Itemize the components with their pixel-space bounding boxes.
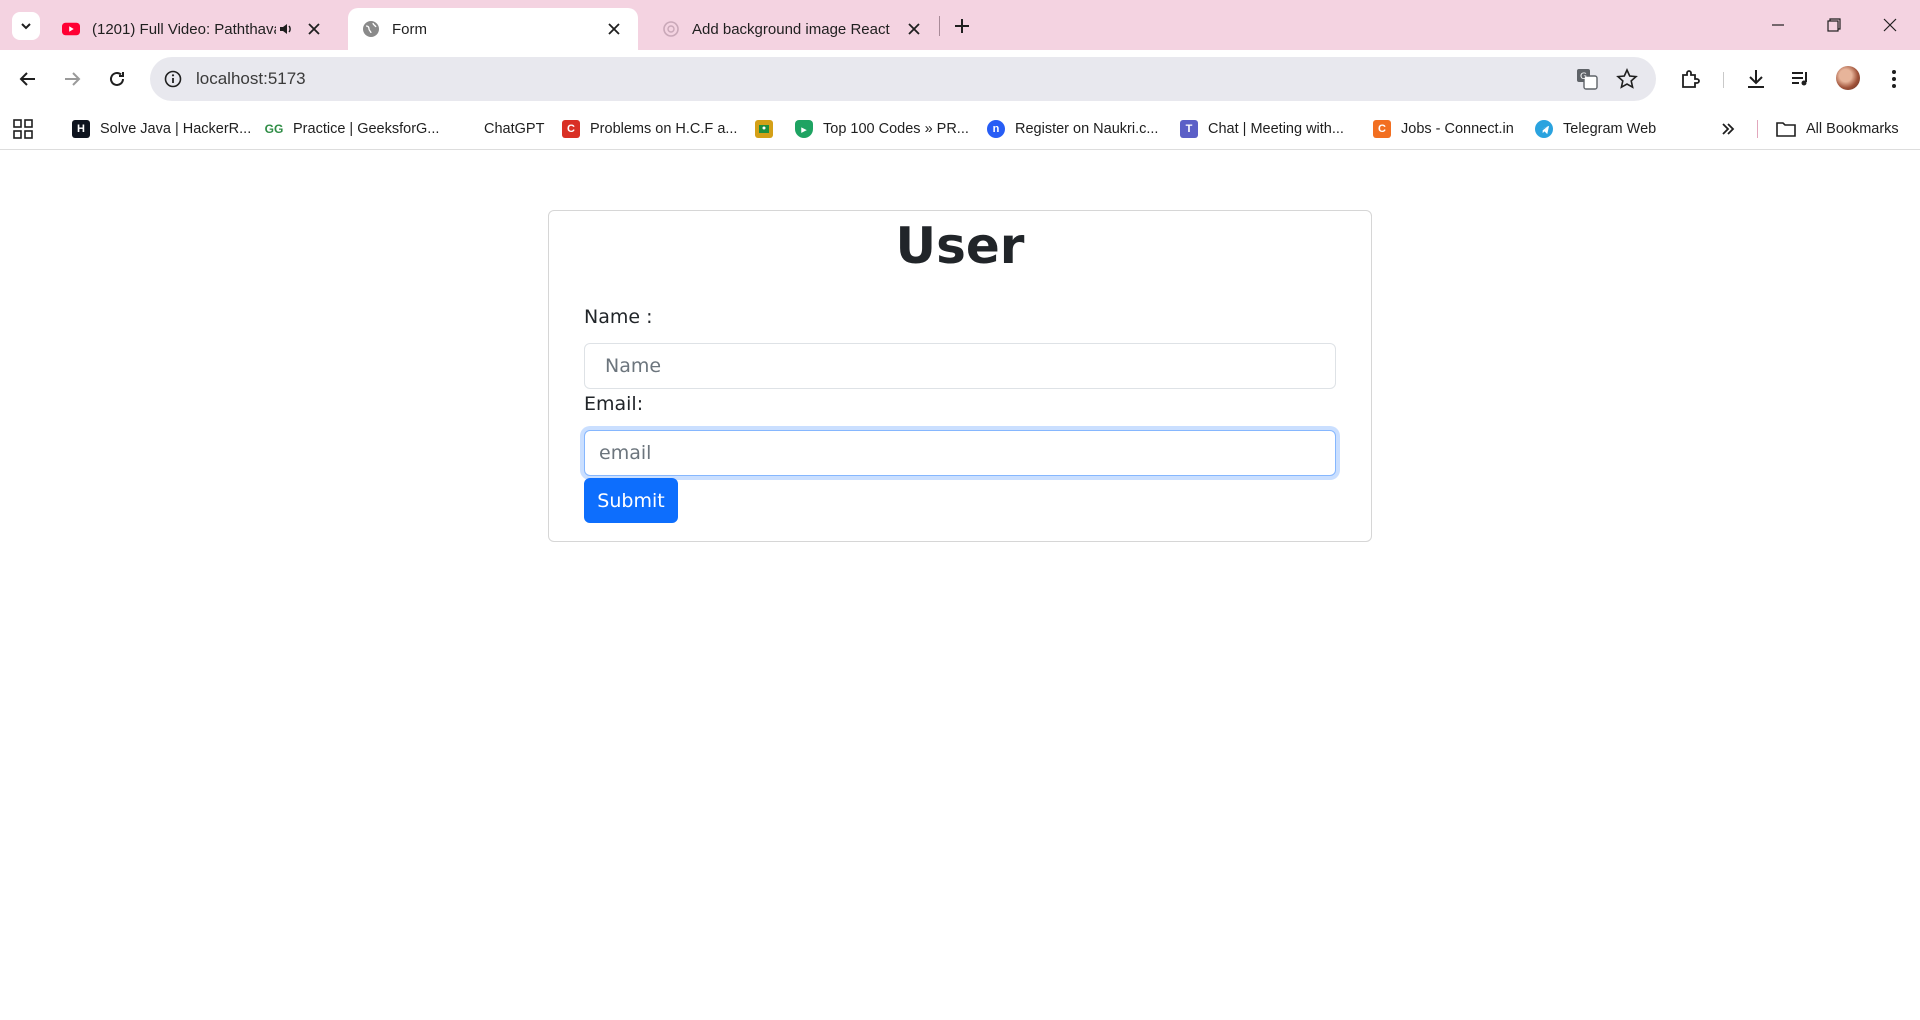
tab-title: Form — [392, 20, 427, 38]
more-vert-icon — [1892, 70, 1896, 88]
reload-icon — [110, 71, 124, 86]
svg-text:G: G — [1580, 72, 1587, 82]
extensions-button[interactable] — [1676, 64, 1706, 94]
bookmark-naukri[interactable]: n Register on Naukri.c... — [987, 118, 1158, 140]
new-tab-button[interactable] — [948, 12, 976, 40]
arrow-left-icon — [19, 72, 35, 86]
connect-icon: C — [1373, 120, 1391, 138]
name-input[interactable] — [584, 343, 1336, 389]
prepinsta-icon: ▸ — [795, 120, 813, 138]
tab-add-background[interactable]: Add background image React — [648, 8, 938, 50]
tab-title: Add background image React — [692, 20, 890, 38]
problems-icon: C — [562, 120, 580, 138]
tab-youtube[interactable]: (1201) Full Video: Paththava — [48, 8, 338, 50]
apps-grid-icon — [13, 119, 33, 139]
address-bar[interactable]: localhost:5173 G — [150, 57, 1656, 101]
tab-form[interactable]: Form — [348, 8, 638, 50]
tab-strip: (1201) Full Video: Paththava Form Add ba… — [0, 0, 1920, 50]
double-chevron-right-icon — [1722, 123, 1735, 135]
bookmark-telegram[interactable]: Telegram Web — [1535, 118, 1656, 140]
email-input[interactable] — [584, 430, 1336, 476]
speaker-icon[interactable] — [276, 19, 296, 39]
apps-button[interactable] — [13, 118, 33, 140]
close-icon[interactable] — [904, 19, 924, 39]
bookmark-label: ChatGPT — [484, 121, 545, 137]
bookmarks-bar: H Solve Java | HackerR... GG Practice | … — [0, 108, 1920, 150]
tab-divider — [939, 16, 940, 36]
email-label: Email: — [584, 393, 644, 415]
user-form-card: User Name : Email: Submit — [548, 210, 1372, 542]
restore-icon — [1827, 18, 1841, 32]
bookmark-teams[interactable]: T Chat | Meeting with... — [1180, 118, 1344, 140]
browser-toolbar: localhost:5173 G — [0, 50, 1920, 108]
classroom-icon — [755, 120, 773, 138]
naukri-icon: n — [987, 120, 1005, 138]
site-info-icon[interactable] — [162, 68, 184, 90]
bookmark-geeksforgeeks[interactable]: GG Practice | GeeksforG... — [264, 118, 440, 140]
arrow-right-icon — [65, 72, 81, 86]
profile-avatar[interactable] — [1836, 66, 1860, 90]
telegram-icon — [1535, 120, 1553, 138]
close-icon — [1883, 18, 1897, 32]
globe-icon — [362, 20, 380, 38]
tab-title: (1201) Full Video: Paththava — [92, 20, 276, 38]
tab-search-button[interactable] — [12, 12, 40, 40]
bookmark-label: Jobs - Connect.in — [1401, 121, 1514, 137]
minimize-button[interactable] — [1750, 0, 1806, 50]
submit-button[interactable]: Submit — [584, 478, 678, 523]
bookmark-chatgpt[interactable]: ChatGPT — [456, 118, 544, 140]
forward-button[interactable] — [57, 64, 87, 94]
geeksforgeeks-icon: GG — [264, 122, 284, 136]
bookmark-label: Solve Java | HackerR... — [100, 121, 252, 137]
chevron-down-icon — [21, 23, 31, 30]
close-icon[interactable] — [304, 19, 324, 39]
bookmarks-divider — [1757, 120, 1758, 138]
form-heading: User — [895, 217, 1025, 275]
downloads-button[interactable] — [1741, 64, 1771, 94]
toolbar-divider — [1723, 72, 1724, 88]
hackerrank-icon: H — [72, 120, 90, 138]
teams-icon: T — [1180, 120, 1198, 138]
back-button[interactable] — [13, 64, 43, 94]
bookmark-label: Telegram Web — [1563, 121, 1657, 137]
puzzle-icon — [1682, 70, 1700, 88]
minimize-icon — [1772, 24, 1784, 26]
translate-icon[interactable]: G — [1576, 68, 1598, 90]
all-bookmarks-button[interactable]: All Bookmarks — [1776, 118, 1899, 140]
all-bookmarks-label: All Bookmarks — [1806, 121, 1899, 137]
more-bookmarks-button[interactable] — [1717, 118, 1739, 140]
url-text[interactable]: localhost:5173 — [196, 69, 306, 89]
chatgpt-icon — [456, 120, 474, 138]
name-label: Name : — [584, 306, 653, 328]
bookmark-label: Chat | Meeting with... — [1208, 121, 1344, 137]
playlist-icon — [1792, 72, 1807, 86]
folder-icon — [1776, 122, 1796, 137]
bookmark-classroom[interactable] — [755, 118, 773, 140]
download-icon — [1748, 70, 1764, 88]
reload-button[interactable] — [102, 64, 132, 94]
bookmark-prepinsta[interactable]: ▸ Top 100 Codes » PR... — [795, 118, 969, 140]
bookmark-label: Top 100 Codes » PR... — [823, 121, 969, 137]
star-icon[interactable] — [1616, 68, 1638, 90]
plus-icon — [955, 19, 969, 33]
bookmark-label: Problems on H.C.F a... — [590, 121, 738, 137]
close-window-button[interactable] — [1862, 0, 1918, 50]
openai-icon — [662, 20, 680, 38]
close-icon[interactable] — [604, 19, 624, 39]
bookmark-problems[interactable]: C Problems on H.C.F a... — [562, 118, 737, 140]
restore-button[interactable] — [1806, 0, 1862, 50]
youtube-icon — [62, 20, 80, 38]
bookmark-connect[interactable]: C Jobs - Connect.in — [1373, 118, 1514, 140]
menu-button[interactable] — [1879, 64, 1909, 94]
media-control-button[interactable] — [1786, 64, 1816, 94]
bookmark-label: Register on Naukri.c... — [1015, 121, 1159, 137]
bookmark-label: Practice | GeeksforG... — [293, 121, 440, 137]
bookmark-hackerrank[interactable]: H Solve Java | HackerR... — [72, 118, 251, 140]
